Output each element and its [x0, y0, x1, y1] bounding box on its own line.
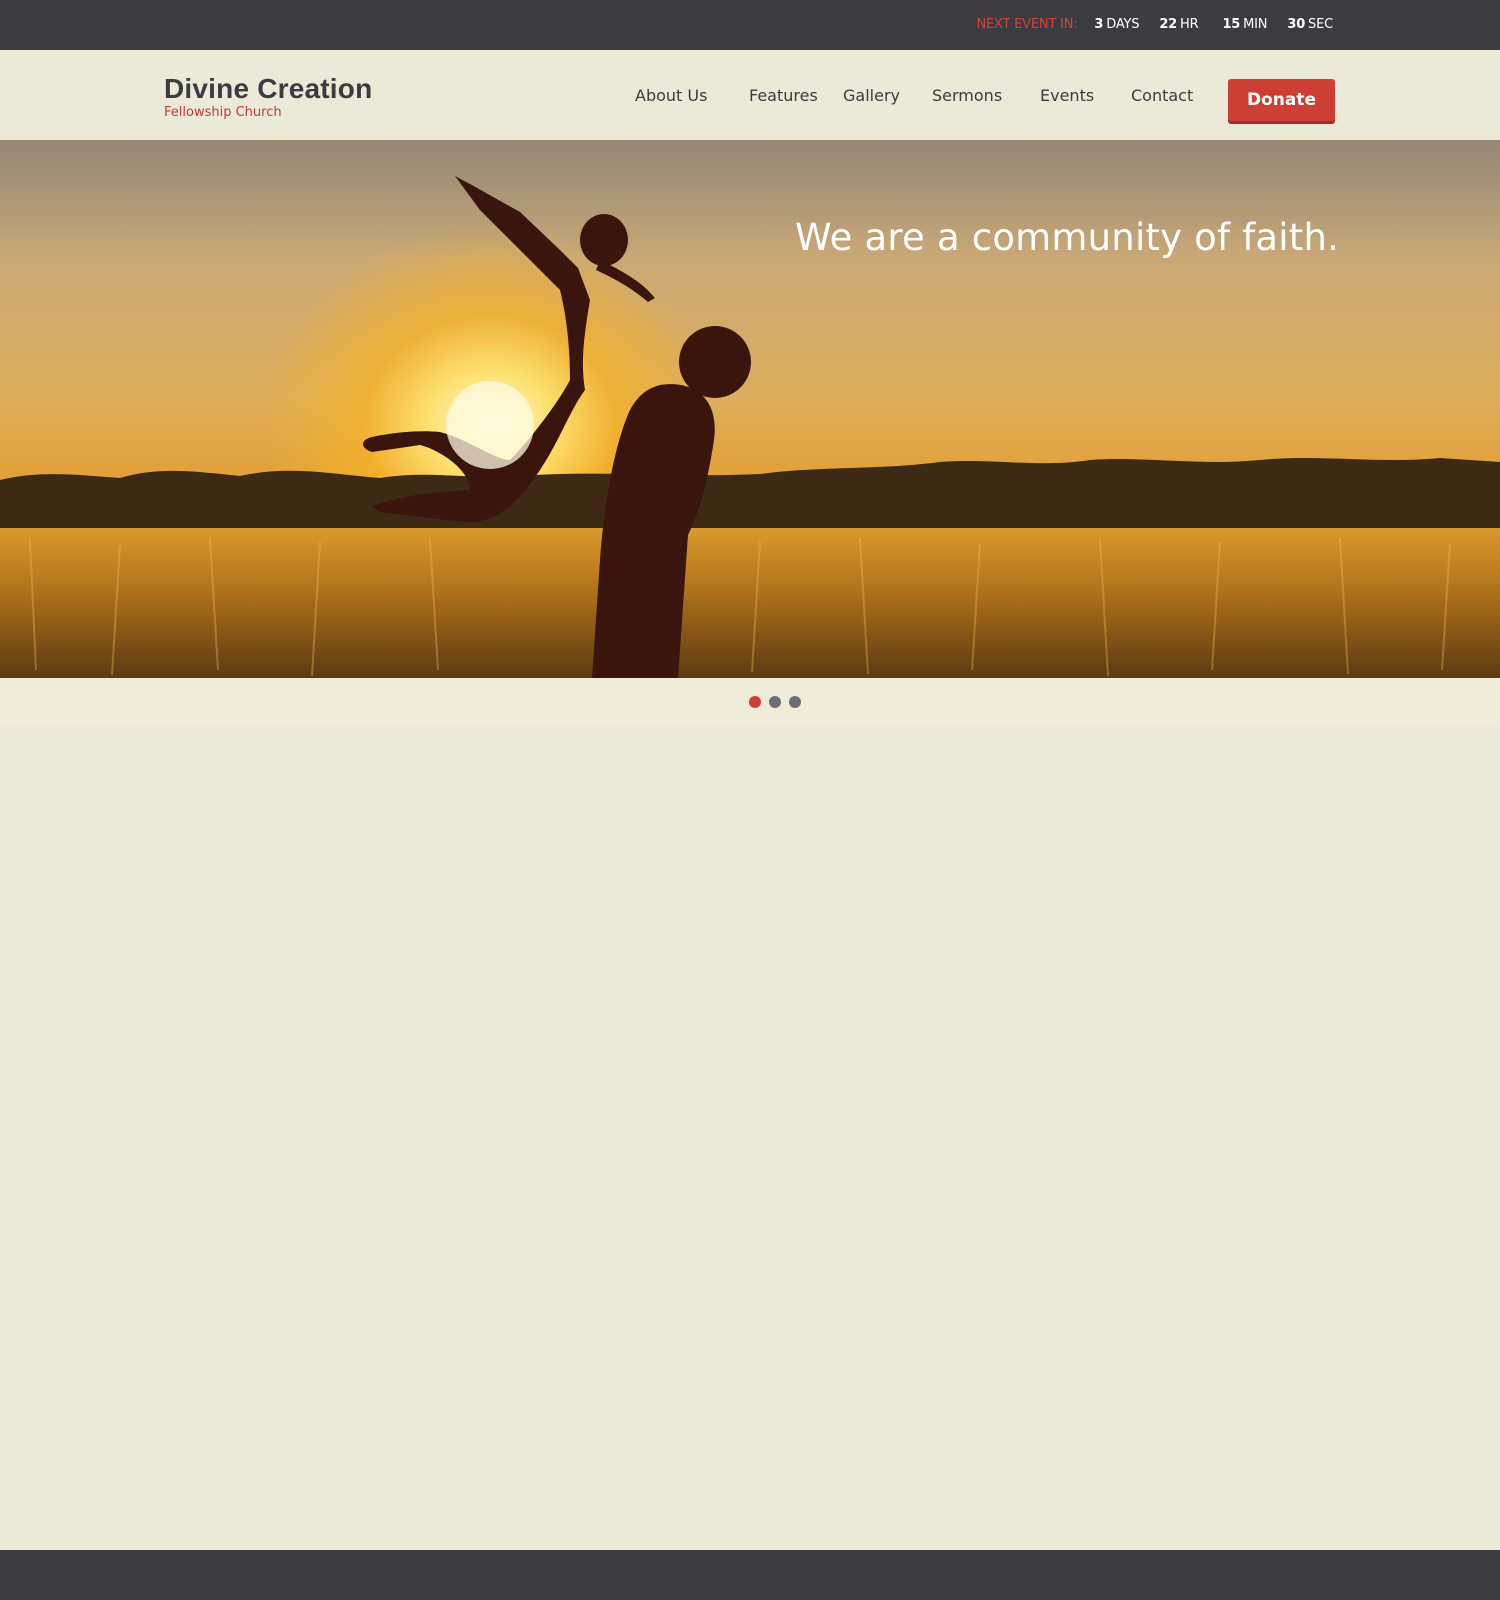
hero-caption: We are a community of faith. — [795, 216, 1340, 259]
countdown-seconds: 30 SEC — [1287, 17, 1333, 32]
slider-dots — [749, 696, 809, 708]
nav-sermons[interactable]: Sermons — [932, 86, 1002, 105]
nav-events[interactable]: Events — [1040, 86, 1094, 105]
countdown-minutes-unit: MIN — [1243, 17, 1268, 32]
nav-contact[interactable]: Contact — [1131, 86, 1193, 105]
site-header: Divine Creation Fellowship Church About … — [0, 50, 1500, 140]
countdown-seconds-unit: SEC — [1308, 17, 1333, 32]
hero-slider: We are a community of faith. — [0, 140, 1500, 678]
countdown-hours-value: 22 — [1159, 17, 1178, 32]
countdown-minutes: 15 MIN — [1222, 17, 1267, 32]
donate-button[interactable]: Donate — [1228, 79, 1335, 121]
nav-features[interactable]: Features — [749, 86, 818, 105]
countdown-label: NEXT EVENT IN: — [976, 17, 1078, 32]
countdown-days: 3 DAYS — [1094, 17, 1139, 32]
countdown-seconds-value: 30 — [1287, 17, 1306, 32]
slide-dot-2[interactable] — [769, 696, 781, 708]
countdown-hours-unit: HR — [1180, 17, 1199, 32]
nav-gallery[interactable]: Gallery — [843, 86, 900, 105]
slider-controls — [0, 678, 1500, 725]
top-bar: NEXT EVENT IN: 3 DAYS 22 HR 15 MIN 30 SEC — [0, 0, 1500, 50]
slide-dot-1[interactable] — [749, 696, 761, 708]
countdown-days-unit: DAYS — [1106, 17, 1140, 32]
nav-about-us[interactable]: About Us — [635, 86, 707, 105]
countdown-days-value: 3 — [1094, 17, 1104, 32]
footer-bar — [0, 1550, 1500, 1600]
event-countdown: NEXT EVENT IN: 3 DAYS 22 HR 15 MIN 30 SEC — [976, 17, 1333, 32]
slide-dot-3[interactable] — [789, 696, 801, 708]
countdown-minutes-value: 15 — [1222, 17, 1241, 32]
countdown-hours: 22 HR — [1159, 17, 1198, 32]
